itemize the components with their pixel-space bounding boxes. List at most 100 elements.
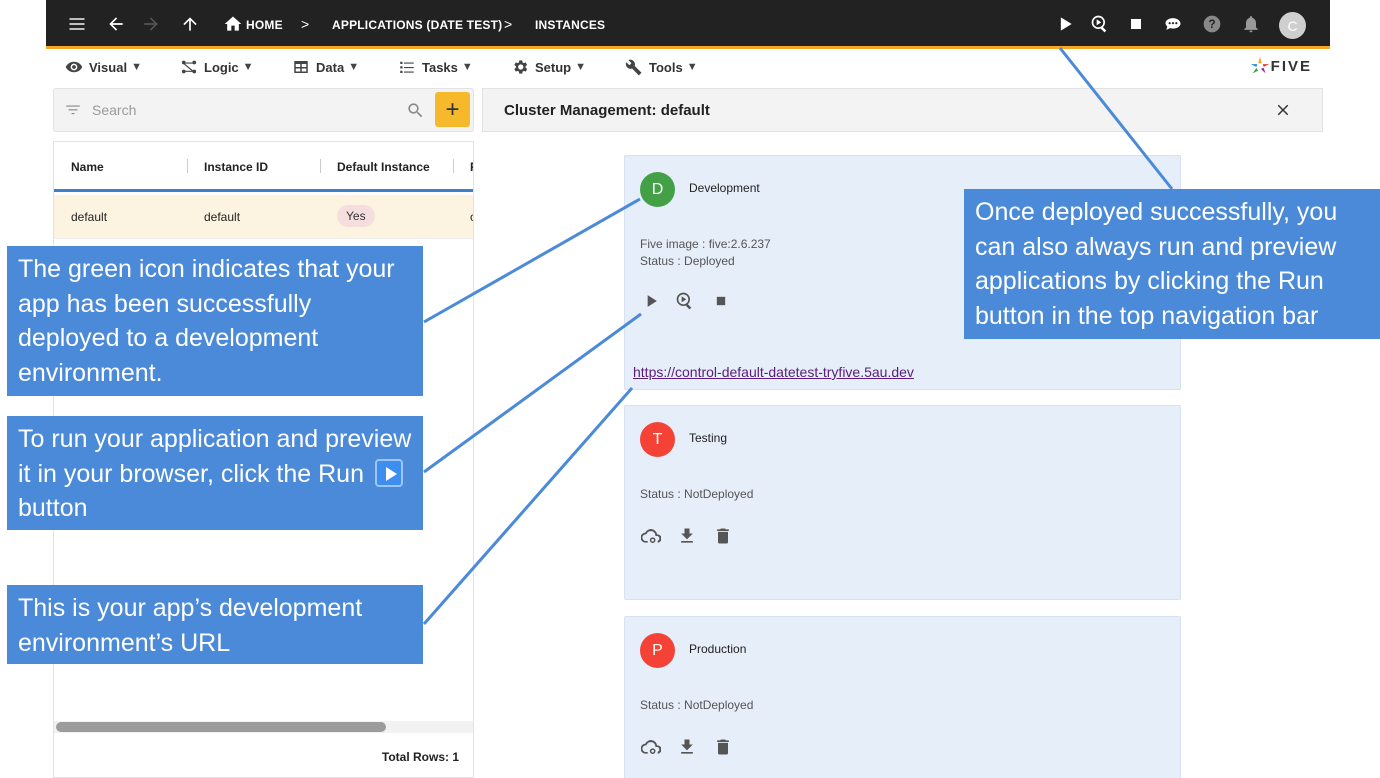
caret-down-icon: ▼ [131, 61, 142, 73]
menu-logic[interactable]: Logic ▼ [180, 58, 254, 76]
cluster-management-header: Cluster Management: default [482, 88, 1323, 132]
horizontal-scrollbar-thumb[interactable] [56, 722, 386, 732]
page-title: Cluster Management: default [504, 102, 710, 119]
cell-name: default [71, 210, 108, 224]
table-row[interactable]: default default Yes c [54, 195, 473, 239]
column-divider[interactable] [453, 159, 454, 173]
filter-icon[interactable] [64, 101, 82, 124]
callout-run-text-end: button [18, 494, 88, 522]
five-logo: FIVE [1249, 55, 1312, 77]
deploy-button[interactable] [639, 524, 663, 548]
bell-icon[interactable] [1240, 13, 1262, 35]
breadcrumb-home[interactable]: HOME [246, 18, 283, 32]
production-name: Production [689, 642, 747, 656]
run-button[interactable] [639, 289, 663, 313]
callout-url: This is your app’s development environme… [7, 585, 423, 664]
close-icon[interactable] [1274, 101, 1292, 124]
menu-tasks-label: Tasks [422, 59, 458, 75]
breadcrumb-instances: INSTANCES [535, 18, 606, 32]
delete-button[interactable] [711, 524, 735, 548]
top-navigation-bar: HOME > APPLICATIONS (DATE TEST) > INSTAN… [46, 0, 1330, 49]
column-header-name[interactable]: Name [71, 160, 104, 174]
menu-bar: Visual ▼ Logic ▼ Data ▼ Tasks ▼ Setup ▼ … [46, 52, 1330, 82]
breadcrumb-application[interactable]: APPLICATIONS (DATE TEST) [332, 18, 502, 32]
trash-icon [717, 739, 729, 755]
download-icon [681, 739, 693, 754]
menu-data[interactable]: Data ▼ [292, 58, 359, 76]
production-card: P Production Status : NotDeployed [624, 616, 1181, 778]
menu-logic-label: Logic [204, 59, 239, 75]
play-icon [647, 295, 657, 307]
back-arrow-icon[interactable] [105, 13, 127, 35]
breadcrumb-separator: > [504, 16, 513, 32]
delete-button[interactable] [711, 735, 735, 759]
menu-tasks[interactable]: Tasks ▼ [398, 58, 473, 76]
deploy-button[interactable] [639, 735, 663, 759]
search-input[interactable] [92, 99, 392, 121]
download-icon [681, 528, 693, 543]
default-instance-badge: Yes [337, 205, 375, 227]
home-icon[interactable] [222, 13, 244, 35]
caret-down-icon: ▼ [461, 61, 473, 73]
column-header-truncated[interactable]: F [470, 160, 473, 174]
menu-tools[interactable]: Tools ▼ [625, 58, 698, 76]
up-arrow-icon[interactable] [179, 13, 201, 35]
total-rows-label: Total Rows: 1 [381, 750, 459, 764]
download-button[interactable] [675, 735, 699, 759]
run-preview-button[interactable] [673, 289, 697, 313]
development-name: Development [689, 181, 760, 195]
menu-setup[interactable]: Setup ▼ [511, 58, 586, 76]
table-icon [294, 61, 308, 73]
stop-icon [716, 296, 726, 306]
column-divider[interactable] [320, 159, 321, 173]
download-button[interactable] [675, 524, 699, 548]
svg-text:?: ? [1208, 18, 1215, 31]
development-status: Status : Deployed [640, 254, 735, 268]
user-avatar[interactable]: C [1279, 12, 1306, 39]
play-icon [374, 458, 403, 487]
trash-icon [717, 528, 729, 544]
column-divider[interactable] [187, 159, 188, 173]
menu-visual-label: Visual [89, 59, 128, 75]
column-header-default-instance[interactable]: Default Instance [337, 160, 430, 174]
caret-down-icon: ▼ [686, 61, 698, 73]
callout-run-button: To run your application and preview it i… [7, 416, 423, 530]
breadcrumb-separator: > [301, 16, 310, 32]
stop-icon[interactable] [1125, 13, 1147, 35]
testing-status: Status : NotDeployed [640, 487, 754, 501]
menu-tools-label: Tools [649, 59, 683, 75]
development-image: Five image : five:2.6.237 [640, 237, 771, 251]
callout-run-text: To run your application and preview it i… [18, 425, 412, 488]
callout-run-top-nav: Once deployed successfully, you can also… [964, 189, 1380, 339]
cell-instance-id: default [204, 210, 241, 224]
menu-icon[interactable] [66, 13, 88, 35]
gear-icon [514, 60, 528, 74]
five-logo-text: FIVE [1270, 57, 1312, 75]
cloud-gear-icon [641, 529, 661, 543]
development-url-link[interactable]: https://control-default-datetest-tryfive… [633, 364, 914, 380]
testing-card: T Testing Status : NotDeployed [624, 405, 1181, 600]
five-logo-icon [1250, 56, 1269, 74]
help-icon[interactable]: ? [1201, 13, 1223, 35]
forward-arrow-icon[interactable] [140, 13, 162, 35]
menu-visual[interactable]: Visual ▼ [65, 58, 142, 76]
production-status-avatar: P [640, 633, 675, 668]
production-status: Status : NotDeployed [640, 698, 754, 712]
caret-down-icon: ▼ [348, 61, 360, 73]
play-icon[interactable] [1054, 13, 1076, 35]
logic-icon [181, 60, 197, 74]
search-icon[interactable] [406, 101, 425, 125]
testing-name: Testing [689, 431, 728, 445]
chat-icon[interactable] [1162, 13, 1184, 35]
search-bar [53, 88, 474, 132]
column-header-instance-id[interactable]: Instance ID [204, 160, 268, 174]
grid-header: Name Instance ID Default Instance F [54, 142, 473, 192]
stop-button[interactable] [709, 289, 733, 313]
run-preview-icon[interactable] [1089, 13, 1111, 35]
development-status-avatar: D [640, 172, 675, 207]
eye-icon [65, 61, 83, 73]
caret-down-icon: ▼ [575, 61, 587, 73]
menu-setup-label: Setup [535, 59, 572, 75]
add-instance-button[interactable]: + [435, 92, 470, 127]
menu-data-label: Data [316, 59, 345, 75]
